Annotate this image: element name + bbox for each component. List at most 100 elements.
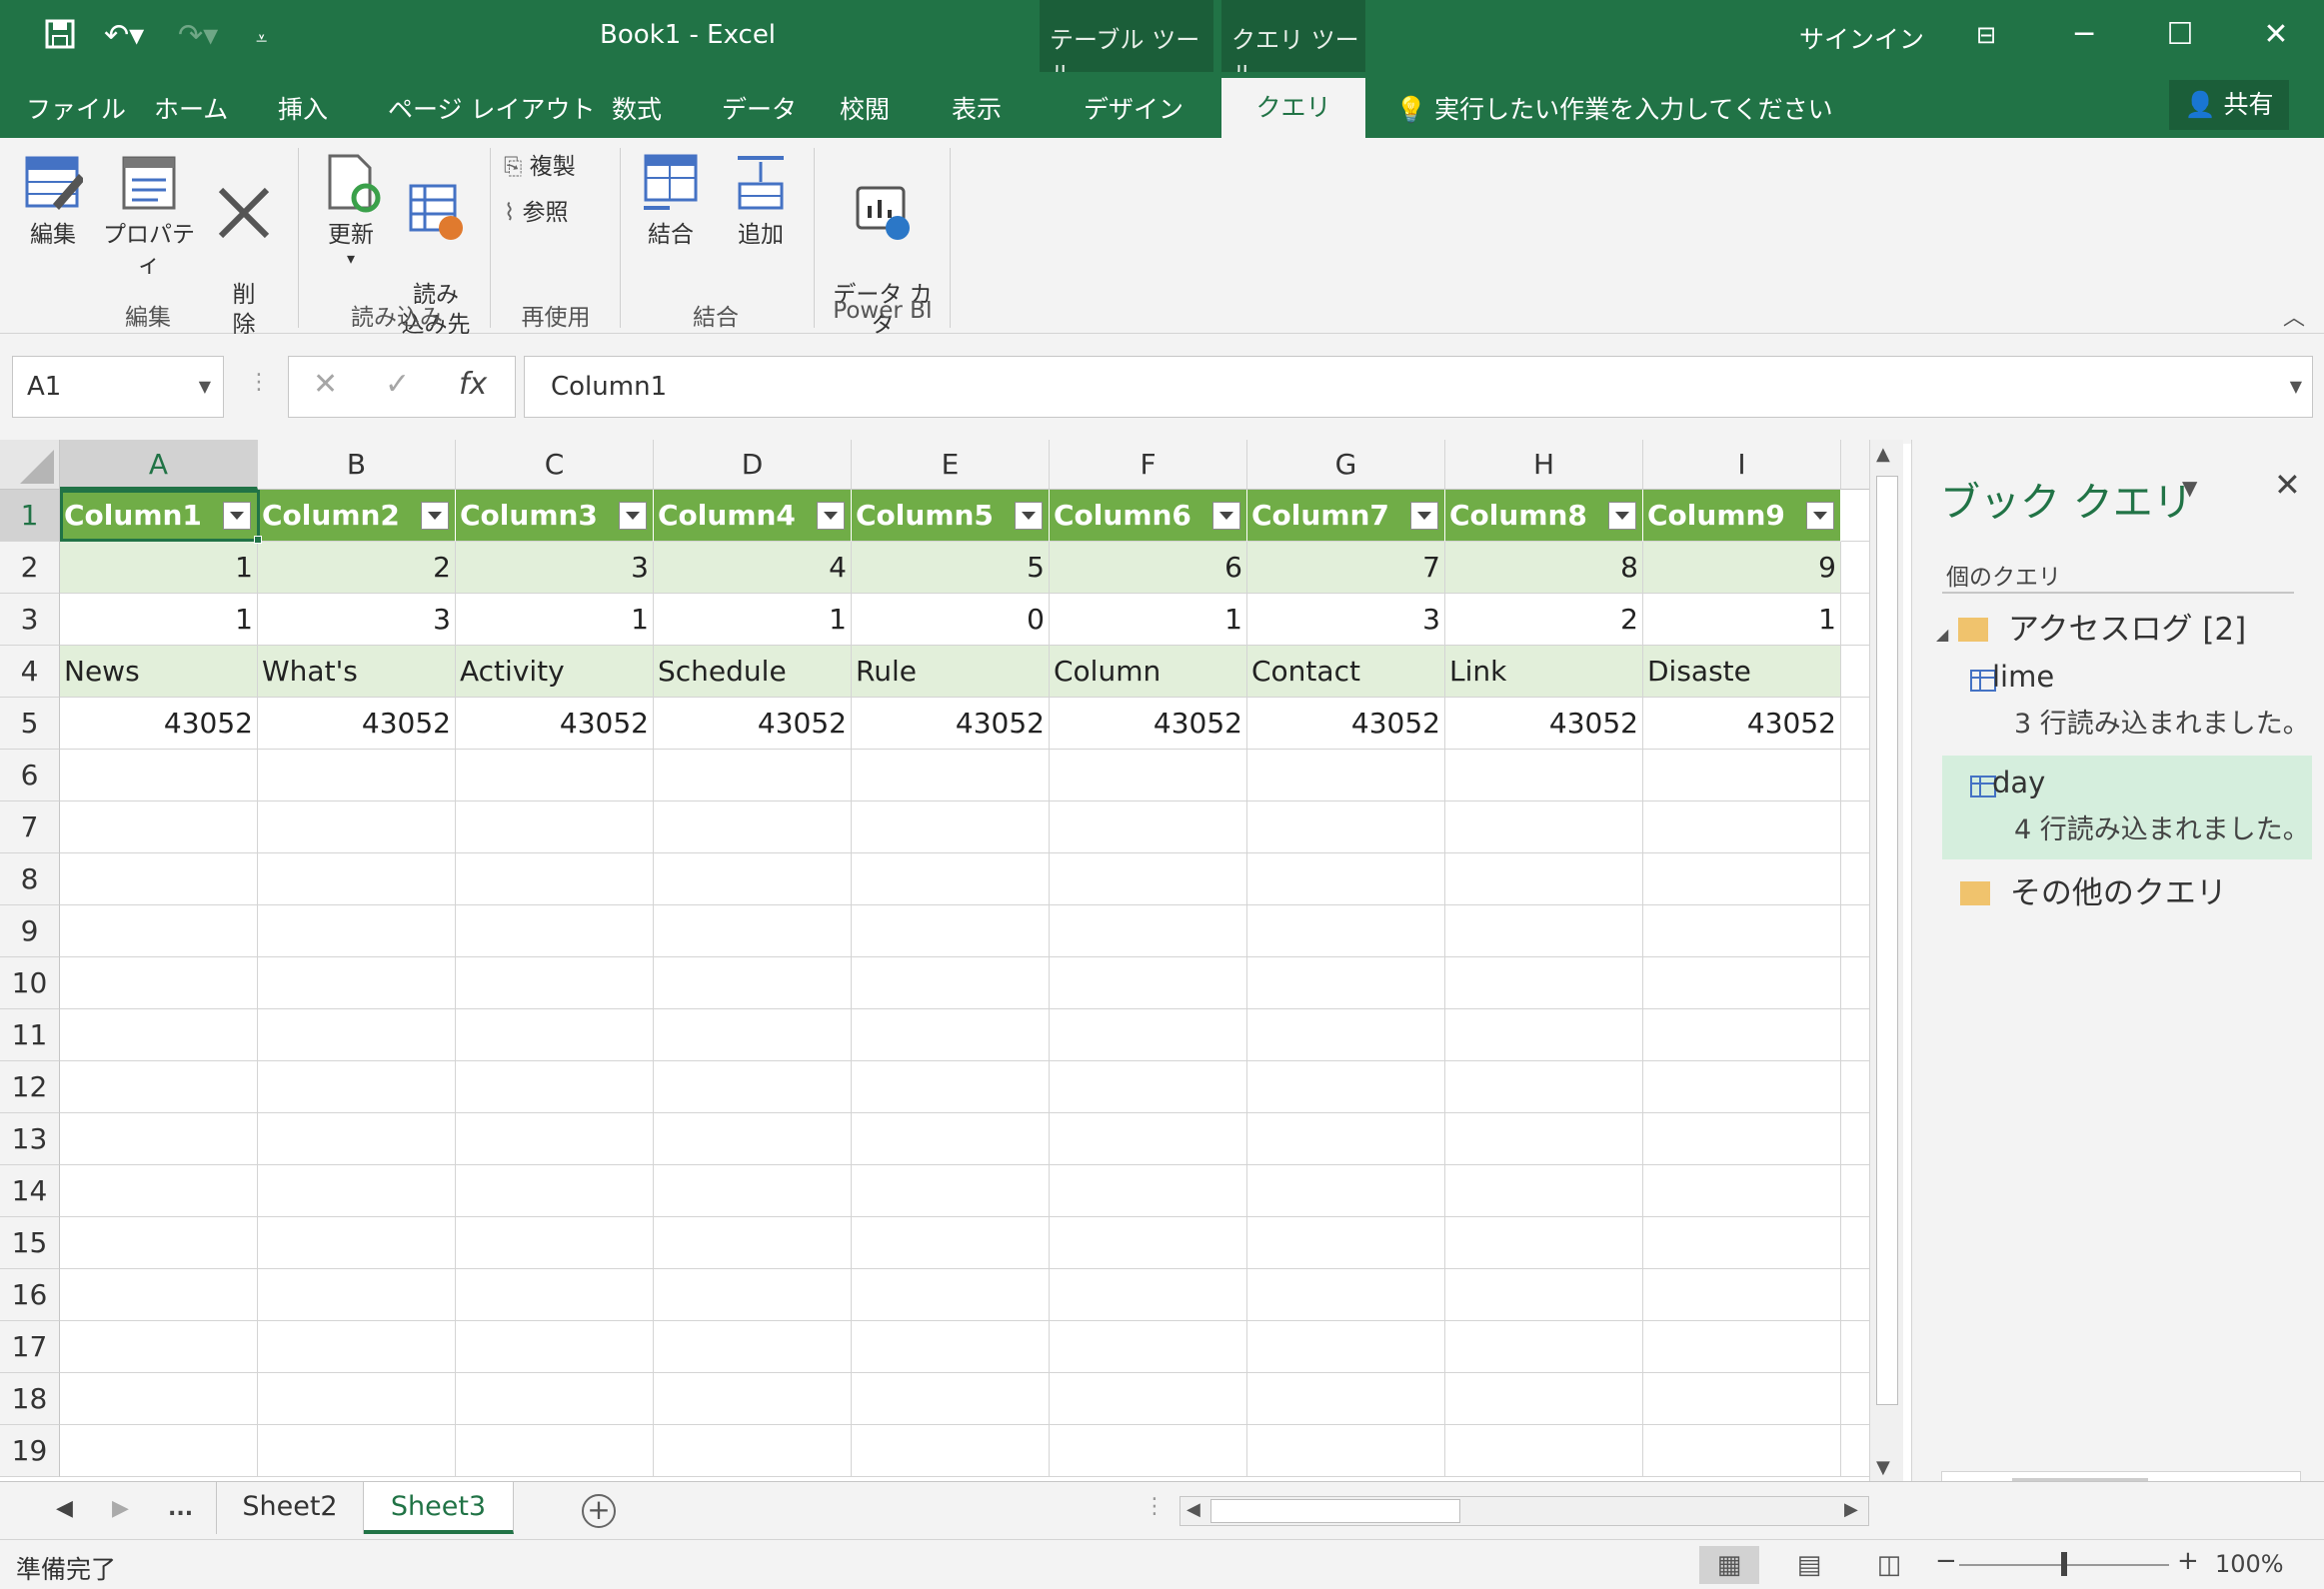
empty-cell[interactable] [258, 1061, 456, 1113]
worksheet-grid[interactable]: ABCDEFGHI 1 2 3 4 5 6 7 8 9 10 11 12 13 14 15 16 17 18 19 … [0, 440, 1903, 1481]
empty-cell[interactable] [1247, 1269, 1445, 1321]
empty-cell[interactable] [60, 1113, 258, 1165]
filter-dropdown-icon[interactable] [1608, 502, 1636, 530]
empty-cell[interactable] [258, 1113, 456, 1165]
empty-cell[interactable] [1841, 1321, 1871, 1373]
table-cell[interactable]: What's [258, 646, 456, 698]
zoom-level[interactable]: 100% [2215, 1550, 2284, 1578]
empty-cell[interactable] [1247, 1321, 1445, 1373]
table-cell[interactable]: Schedule [654, 646, 852, 698]
empty-cell[interactable] [1050, 1009, 1247, 1061]
table-header-cell[interactable]: Column7 [1247, 490, 1445, 542]
empty-cell[interactable] [654, 801, 852, 853]
table-cell[interactable]: 43052 [258, 698, 456, 750]
collapse-ribbon-icon[interactable]: ︿ [2283, 300, 2305, 332]
empty-cell[interactable] [60, 1321, 258, 1373]
column-header-partial[interactable] [1841, 440, 1871, 490]
table-cell[interactable]: 9 [1643, 542, 1841, 594]
row-header[interactable]: 19 [0, 1425, 60, 1477]
scroll-left-icon[interactable]: ◀ [1186, 1499, 1200, 1520]
empty-cell[interactable] [1445, 1425, 1643, 1477]
empty-cell[interactable] [1643, 1425, 1841, 1477]
sheet-tab-sheet2[interactable]: Sheet2 [216, 1482, 364, 1534]
empty-cell[interactable] [258, 957, 456, 1009]
formula-input[interactable]: Column1 ▼ [524, 356, 2313, 418]
filter-dropdown-icon[interactable] [1806, 502, 1834, 530]
zoom-slider-thumb[interactable] [2061, 1552, 2067, 1576]
close-pane-icon[interactable]: ✕ [2274, 466, 2301, 504]
tab-file[interactable]: ファイル [26, 90, 126, 126]
empty-cell[interactable] [258, 1165, 456, 1217]
table-cell[interactable]: 0 [852, 594, 1050, 646]
tab-home[interactable]: ホーム [154, 90, 228, 126]
pane-options-icon[interactable]: ▼ [2182, 476, 2197, 500]
table-cell[interactable]: 43052 [654, 698, 852, 750]
table-cell[interactable]: 2 [258, 542, 456, 594]
name-box[interactable]: A1 ▼ [12, 356, 224, 418]
column-header[interactable]: D [654, 440, 852, 490]
row-header[interactable]: 3 [0, 594, 60, 646]
empty-cell[interactable] [852, 1165, 1050, 1217]
page-layout-view-icon[interactable]: ▤ [1779, 1546, 1839, 1584]
empty-cell[interactable] [1445, 853, 1643, 905]
empty-cell[interactable] [1643, 1373, 1841, 1425]
vertical-scroll-thumb[interactable] [1876, 476, 1898, 1405]
tab-query[interactable]: クエリ [1221, 78, 1365, 138]
table-cell[interactable]: 43052 [852, 698, 1050, 750]
empty-cell[interactable] [1841, 853, 1871, 905]
empty-cell[interactable] [1841, 957, 1871, 1009]
empty-cell[interactable] [1445, 905, 1643, 957]
collapse-triangle-icon[interactable]: ◢ [1936, 625, 1948, 644]
table-cell[interactable]: 1 [1643, 594, 1841, 646]
filter-dropdown-icon[interactable] [1015, 502, 1043, 530]
empty-cell[interactable] [1247, 853, 1445, 905]
table-cell[interactable]: 1 [456, 594, 654, 646]
empty-cell[interactable] [456, 1321, 654, 1373]
refresh-button[interactable]: 更新 ▾ [318, 152, 384, 268]
filter-dropdown-icon[interactable] [817, 502, 845, 530]
customize-qat-icon[interactable]: ⩡ [256, 26, 267, 50]
table-header-cell[interactable]: Column9 [1643, 490, 1841, 542]
empty-cell[interactable] [1445, 1321, 1643, 1373]
close-window-icon[interactable]: ✕ [2241, 12, 2311, 58]
empty-cell[interactable] [852, 853, 1050, 905]
empty-cell[interactable] [60, 1217, 258, 1269]
tab-data[interactable]: データ [722, 90, 797, 126]
table-cell[interactable]: 43052 [1445, 698, 1643, 750]
append-button[interactable]: 追加 [726, 152, 796, 250]
empty-cell[interactable] [60, 905, 258, 957]
table-header-cell[interactable]: Column2 [258, 490, 456, 542]
empty-cell[interactable] [654, 1061, 852, 1113]
empty-cell[interactable] [258, 905, 456, 957]
column-header[interactable]: G [1247, 440, 1445, 490]
tab-review[interactable]: 校閲 [840, 90, 890, 126]
empty-cell[interactable] [1445, 801, 1643, 853]
empty-cell[interactable] [60, 1269, 258, 1321]
empty-cell[interactable] [456, 1269, 654, 1321]
table-cell[interactable]: 4 [654, 542, 852, 594]
empty-cell[interactable] [1841, 801, 1871, 853]
table-cell[interactable]: 1 [60, 542, 258, 594]
vertical-scrollbar[interactable]: ▲ ▼ [1869, 440, 1903, 1481]
empty-cell[interactable] [1841, 1009, 1871, 1061]
row-header[interactable]: 4 [0, 646, 60, 698]
empty-cell[interactable] [1445, 957, 1643, 1009]
empty-cell[interactable] [1643, 957, 1841, 1009]
row-header[interactable]: 16 [0, 1269, 60, 1321]
empty-cell[interactable] [1445, 1373, 1643, 1425]
row-header[interactable]: 12 [0, 1061, 60, 1113]
row-header[interactable]: 14 [0, 1165, 60, 1217]
empty-cell[interactable] [1643, 1269, 1841, 1321]
empty-cell[interactable] [1643, 853, 1841, 905]
row-header[interactable]: 6 [0, 750, 60, 801]
empty-cell[interactable] [456, 905, 654, 957]
row-header[interactable]: 1 [0, 490, 60, 542]
empty-cell[interactable] [1050, 905, 1247, 957]
table-cell[interactable]: 43052 [1643, 698, 1841, 750]
minimize-icon[interactable]: ─ [2049, 12, 2119, 58]
empty-cell[interactable] [1841, 698, 1871, 750]
row-header[interactable]: 18 [0, 1373, 60, 1425]
table-cell[interactable]: 1 [60, 594, 258, 646]
table-cell[interactable]: Activity [456, 646, 654, 698]
merge-button[interactable]: 結合 [636, 152, 706, 250]
